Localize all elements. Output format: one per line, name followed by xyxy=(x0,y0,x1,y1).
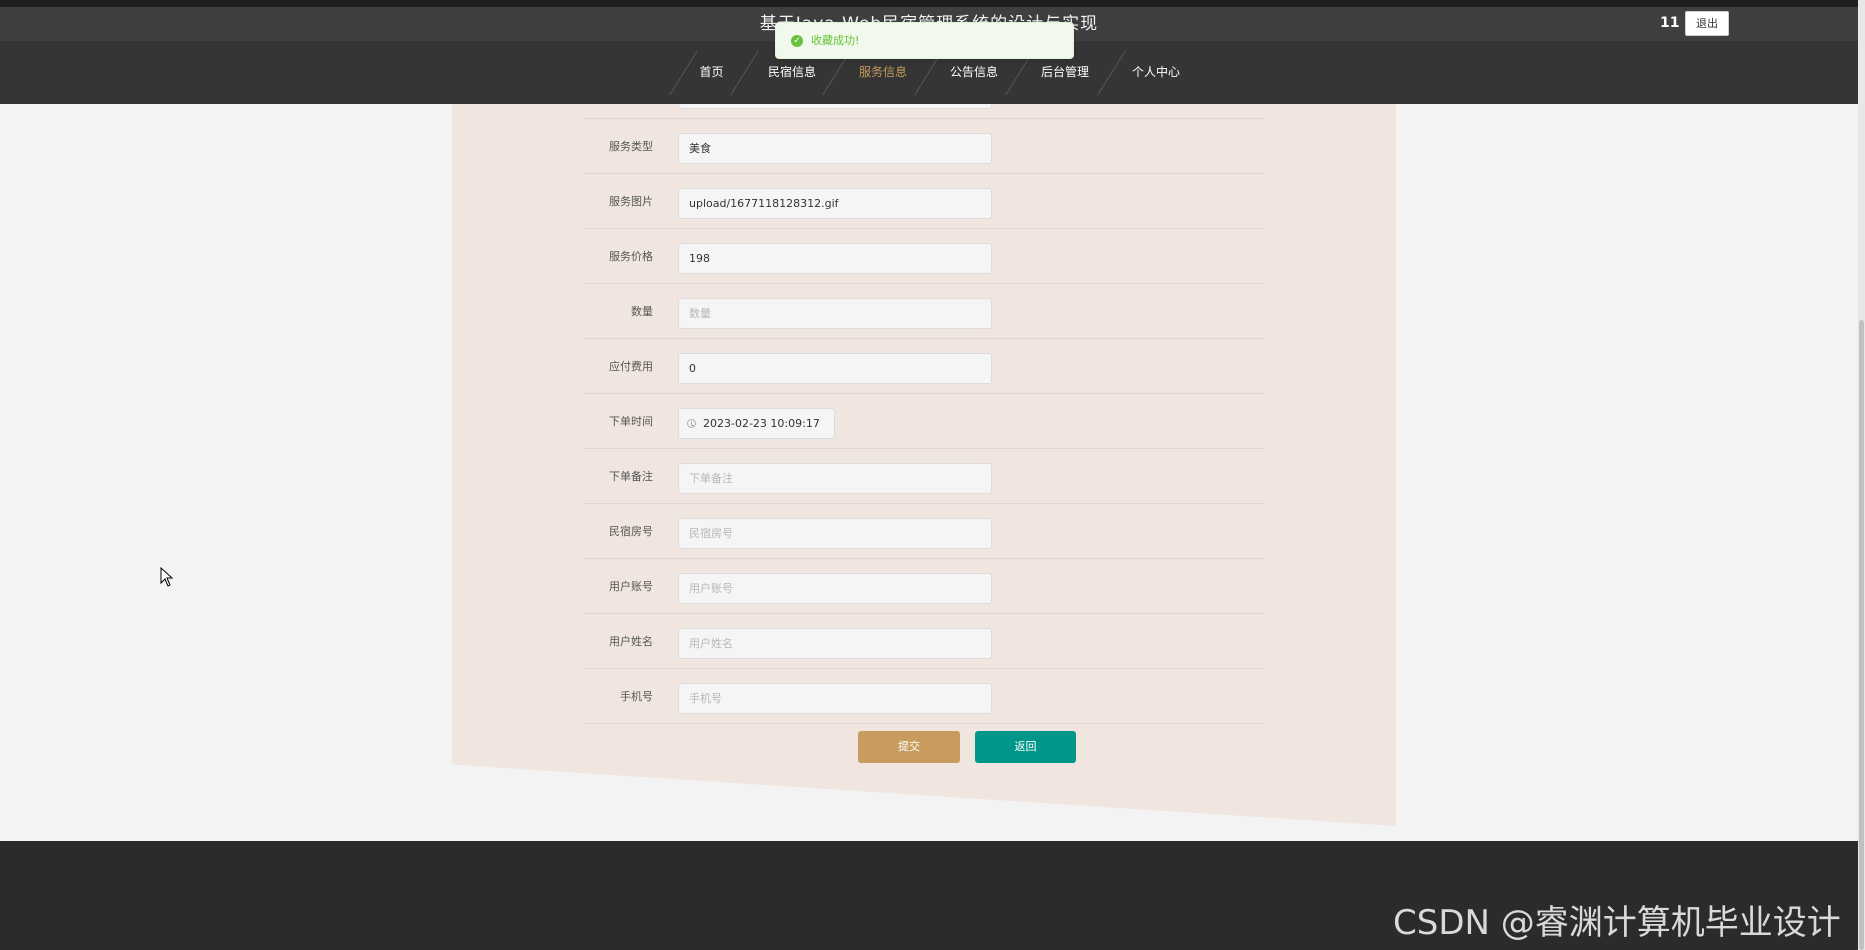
nav-item-home[interactable]: 首页 xyxy=(690,41,733,104)
scrollbar-thumb[interactable] xyxy=(1859,320,1864,950)
room-number-input[interactable]: 民宿房号 xyxy=(678,518,992,549)
form-row-phone: 手机号 手机号 xyxy=(583,669,1264,724)
field-label: 数量 xyxy=(631,305,653,318)
clock-icon xyxy=(687,419,696,428)
field-label: 服务价格 xyxy=(609,250,653,263)
field-label: 下单备注 xyxy=(609,470,653,483)
field-label: 服务类型 xyxy=(609,140,653,153)
field-label: 下单时间 xyxy=(609,415,653,428)
success-toast: ✓ 收藏成功! xyxy=(775,22,1074,59)
form-row-user-account: 用户账号 用户账号 xyxy=(583,559,1264,614)
mouse-cursor-icon xyxy=(160,567,174,587)
field-label: 用户账号 xyxy=(609,580,653,593)
toast-message: 收藏成功! xyxy=(811,34,860,47)
service-type-input[interactable]: 美食 xyxy=(678,133,992,164)
field-label: 应付费用 xyxy=(609,360,653,373)
order-note-input[interactable]: 下单备注 xyxy=(678,463,992,494)
user-name: 11 xyxy=(1660,15,1680,31)
form-row-order-note: 下单备注 下单备注 xyxy=(583,449,1264,504)
field-label: 手机号 xyxy=(620,690,653,703)
submit-button[interactable]: 提交 xyxy=(858,731,960,763)
service-image-input[interactable]: upload/1677118128312.gif xyxy=(678,188,992,219)
check-circle-icon: ✓ xyxy=(791,35,803,47)
watermark: CSDN @睿渊计算机毕业设计 xyxy=(1393,903,1841,943)
field-label: 用户姓名 xyxy=(609,635,653,648)
order-time-value: 2023-02-23 10:09:17 xyxy=(703,417,820,430)
form-row-room-number: 民宿房号 民宿房号 xyxy=(583,504,1264,559)
form-row-user-name: 用户姓名 用户姓名 xyxy=(583,614,1264,669)
form-row-service-price: 服务价格 198 xyxy=(583,229,1264,284)
logout-button[interactable]: 退出 xyxy=(1685,11,1729,36)
form-row-order-time: 下单时间 2023-02-23 10:09:17 xyxy=(583,394,1264,449)
field-label: 服务图片 xyxy=(609,195,653,208)
service-price-input[interactable]: 198 xyxy=(678,243,992,274)
quantity-input[interactable]: 数量 xyxy=(678,298,992,329)
user-account-input[interactable]: 用户账号 xyxy=(678,573,992,604)
form-row-amount-due: 应付费用 0 xyxy=(583,339,1264,394)
field-label: 民宿房号 xyxy=(609,525,653,538)
top-strip xyxy=(0,0,1865,7)
form-row-service-image: 服务图片 upload/1677118128312.gif xyxy=(583,174,1264,229)
amount-due-input[interactable]: 0 xyxy=(678,353,992,384)
nav-item-profile[interactable]: 个人中心 xyxy=(1119,41,1193,104)
form-row-quantity: 数量 数量 xyxy=(583,284,1264,339)
user-name-input[interactable]: 用户姓名 xyxy=(678,628,992,659)
back-button[interactable]: 返回 xyxy=(975,731,1076,763)
order-time-picker[interactable]: 2023-02-23 10:09:17 xyxy=(678,408,835,439)
form-row-service-type: 服务类型 美食 xyxy=(583,119,1264,174)
phone-input[interactable]: 手机号 xyxy=(678,683,992,714)
